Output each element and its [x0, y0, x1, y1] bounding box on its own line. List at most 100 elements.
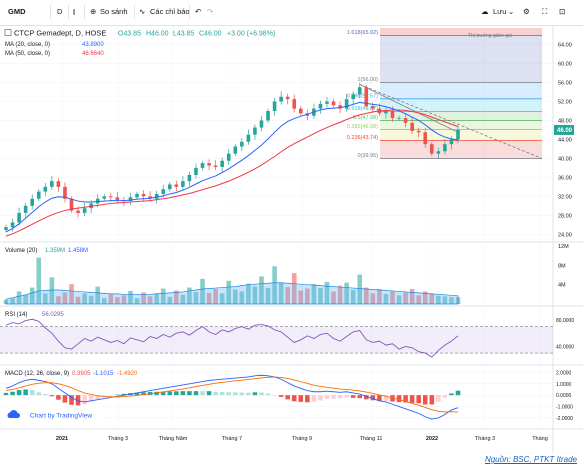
macd-histogram-bar: [49, 395, 55, 397]
candle-body: [390, 110, 395, 119]
volume-legend-value-1: 1.359M: [45, 248, 65, 254]
candle-body: [23, 205, 28, 213]
candle-body: [233, 146, 238, 154]
fib-band: [380, 28, 542, 36]
legend-low: L43.85: [173, 31, 195, 38]
candle-body: [449, 139, 454, 145]
candle-body: [43, 186, 48, 192]
toolbar-divider: [84, 5, 85, 19]
candle-body: [259, 120, 264, 128]
fib-level-label: 0.382(46.08): [347, 124, 378, 130]
indicators-icon[interactable]: ∿: [139, 7, 145, 16]
macd-histogram-bar: [409, 395, 415, 403]
macd-histogram-bar: [206, 391, 212, 396]
candle-body: [253, 127, 257, 135]
candle-body: [200, 163, 205, 168]
tradingview-badge[interactable]: Chart by TradingView: [4, 406, 104, 422]
legend-collapse-icon[interactable]: [4, 29, 12, 36]
chart-area[interactable]: 1.618(65.92)1(56.00)0.786(52.57)0.618(49…: [0, 26, 583, 453]
candle-body: [298, 108, 303, 114]
macd-histogram-bar: [16, 390, 22, 396]
macd-histogram-bar: [278, 395, 284, 397]
rsi-legend: RSI (14) 56.0295: [5, 312, 64, 318]
macd-histogram-bar: [285, 395, 290, 400]
candle-body: [56, 181, 61, 187]
compare-icon[interactable]: ⊕: [90, 7, 96, 16]
macd-tick-label: -2.0000: [556, 416, 573, 422]
save-button[interactable]: Lưu: [493, 7, 506, 16]
macd-histogram-bar: [167, 391, 173, 396]
save-dropdown-icon[interactable]: ⌄: [508, 7, 514, 16]
macd-histogram-bar: [219, 391, 225, 396]
macd-histogram-bar: [226, 392, 232, 396]
candle-body: [109, 196, 113, 198]
macd-histogram-bar: [265, 393, 271, 396]
candle-body: [357, 87, 362, 95]
source-footnote[interactable]: Nguồn: BSC, PTKT Itrade: [485, 455, 577, 464]
candle-body: [436, 151, 441, 154]
candle-body: [331, 101, 336, 106]
macd-tick-label: 1.0000: [556, 382, 572, 388]
candle-body: [279, 96, 283, 102]
rsi-pane: [0, 318, 553, 358]
macd-histogram-bar: [180, 391, 186, 396]
price-tick-label: 64.00: [558, 43, 572, 49]
fib-band: [380, 98, 542, 112]
interval-button[interactable]: D: [57, 7, 62, 16]
macd-histogram-bar: [36, 392, 42, 396]
macd-tick-label: -1.0000: [556, 405, 573, 411]
macd-legend-value-1: 0.3905: [72, 371, 91, 377]
candle-body: [443, 144, 447, 152]
indicators-button[interactable]: Các chỉ báo: [150, 7, 190, 16]
time-tick-label: Tháng: [532, 436, 548, 442]
macd-histogram-bar: [108, 395, 114, 396]
macd-histogram-bar: [200, 391, 205, 396]
cloud-icon[interactable]: ☁: [481, 7, 489, 16]
candle-body: [207, 163, 211, 166]
macd-histogram-bar: [29, 390, 35, 396]
macd-histogram-bar: [449, 393, 454, 396]
candle-body: [161, 189, 166, 194]
settings-icon[interactable]: ⚙: [523, 7, 530, 16]
tradingview-link[interactable]: Chart by TradingView: [30, 413, 92, 420]
compare-button[interactable]: So sánh: [100, 7, 128, 16]
candle-body: [4, 227, 8, 230]
symbol-search[interactable]: GMD: [8, 7, 26, 16]
macd-legend-value-2: -1.1015: [93, 371, 114, 377]
fib-level-label: 0(39.95): [358, 153, 379, 159]
macd-legend-label: MACD (12, 26, close, 9): [5, 371, 69, 377]
candle-body: [351, 94, 355, 100]
snapshot-icon[interactable]: ⊡: [559, 7, 565, 16]
macd-histogram-bar: [43, 394, 48, 396]
price-tick-label: 52.00: [558, 99, 572, 105]
candle-body: [285, 96, 290, 100]
fib-band: [380, 35, 542, 83]
redo-icon[interactable]: ↷: [207, 7, 213, 16]
macd-histogram-bar: [396, 395, 402, 403]
price-tick-label: 48.00: [558, 118, 572, 124]
candle-body: [36, 191, 41, 199]
macd-histogram-bar: [252, 392, 258, 396]
legend-open: O43.85: [118, 31, 141, 38]
macd-histogram-bar: [232, 392, 238, 396]
last-price-label: 46.00: [557, 128, 573, 134]
fibonacci-retracement[interactable]: 1.618(65.92)1(56.00)0.786(52.57)0.618(49…: [347, 28, 542, 159]
fib-band: [380, 140, 542, 159]
macd-legend: MACD (12, 26, close, 9) 0.3905 -1.1015 -…: [5, 371, 138, 377]
undo-icon[interactable]: ↶: [195, 7, 201, 16]
fib-level-label: 0.236(43.74): [347, 135, 378, 141]
legend-title: CTCP Gemadept, D, HOSE: [14, 29, 106, 38]
toolbar-divider: [50, 5, 51, 19]
fib-level-label: 1(56.00): [358, 77, 379, 83]
chart-type-icon[interactable]: ⫾: [73, 7, 75, 17]
macd-histogram-bar: [23, 389, 28, 396]
macd-histogram-bar: [193, 391, 199, 396]
macd-histogram-bar: [324, 395, 330, 400]
macd-histogram-bar: [187, 391, 192, 396]
macd-histogram-bar: [311, 395, 317, 402]
candle-body: [154, 193, 159, 199]
fullscreen-icon[interactable]: ⛶: [542, 7, 547, 17]
legend-change: +3.00 (+6.98%): [227, 31, 275, 38]
macd-histogram-bar: [422, 395, 428, 405]
macd-histogram-bar: [305, 395, 310, 403]
